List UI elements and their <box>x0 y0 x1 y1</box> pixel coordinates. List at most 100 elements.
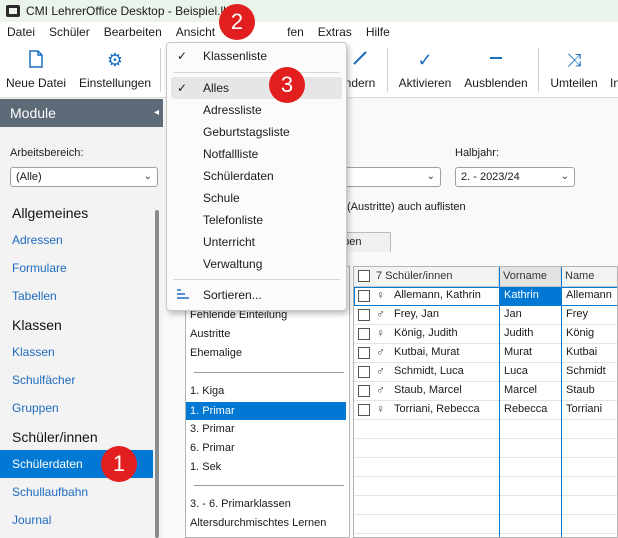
table-row[interactable]: ♂ Schmidt, Luca Luca Schmidt <box>354 363 617 382</box>
nav-section-classes: Klassen <box>12 317 62 333</box>
menu-item-address-list[interactable]: Adressliste <box>167 99 346 121</box>
checkmark-icon: ✓ <box>177 49 188 63</box>
student-grid: 7 Schüler/innen Vorname Name ♀ Allemann,… <box>353 266 618 538</box>
list-item[interactable]: Ehemalige <box>190 347 242 359</box>
list-item[interactable]: 1. Sek <box>190 461 221 473</box>
list-divider <box>194 485 344 486</box>
checkmark-icon: ✓ <box>177 81 188 95</box>
step-badge-2: 2 <box>219 4 255 40</box>
year-select[interactable]: ) ⌄ <box>333 167 441 187</box>
window-title: CMI LehrerOffice Desktop - Beispiel.lh <box>26 4 230 18</box>
menu-ansicht[interactable]: Ansicht <box>169 22 222 42</box>
show-left-checkbox-label[interactable]: (Austritte) auch auflisten <box>347 201 466 213</box>
hide-button[interactable]: Ausblenden <box>462 42 530 98</box>
nav-item-classes[interactable]: Klassen <box>12 345 55 359</box>
menu-item-sort[interactable]: Sortieren... <box>167 284 346 306</box>
column-focus-line <box>561 267 562 537</box>
gear-icon: ⚙ <box>106 50 124 70</box>
table-row <box>354 477 617 496</box>
male-icon: ♂ <box>376 364 385 378</box>
grid-header-firstname[interactable]: Vorname <box>499 267 561 287</box>
chevron-down-icon: ⌄ <box>143 171 152 182</box>
row-checkbox[interactable] <box>358 366 370 378</box>
row-checkbox[interactable] <box>358 309 370 321</box>
semester-label: Halbjahr: <box>455 147 500 159</box>
nav-item-addresses[interactable]: Adressen <box>12 233 63 247</box>
list-item[interactable]: 1. Kiga <box>190 385 224 397</box>
list-divider <box>194 372 344 373</box>
sidebar-scrollbar[interactable] <box>155 210 159 538</box>
list-item[interactable]: 3. - 6. Primarklassen <box>190 498 291 510</box>
nav-item-subjects[interactable]: Schulfächer <box>12 373 75 387</box>
table-row[interactable]: ♀ König, Judith Judith König <box>354 325 617 344</box>
toolbar-separator <box>538 48 539 92</box>
column-focus-line <box>499 267 500 537</box>
table-row[interactable]: ♀ Allemann, Kathrin Kathrin Allemann <box>354 287 617 306</box>
menu-item-phone-list[interactable]: Telefonliste <box>167 209 346 231</box>
menu-datei[interactable]: Datei <box>0 22 42 42</box>
male-icon: ♂ <box>376 383 385 397</box>
toolbar-separator <box>387 48 388 92</box>
table-row <box>354 458 617 477</box>
menu-bar: Datei Schüler Bearbeiten Ansicht fen Ext… <box>0 22 618 42</box>
row-checkbox[interactable] <box>358 347 370 359</box>
nav-section-general: Allgemeines <box>12 205 89 221</box>
table-row[interactable]: ♂ Staub, Marcel Marcel Staub <box>354 382 617 401</box>
nav-item-school-career[interactable]: Schullaufbahn <box>12 485 88 499</box>
menu-item-school[interactable]: Schule <box>167 187 346 209</box>
row-checkbox[interactable] <box>358 385 370 397</box>
list-item[interactable]: 3. Primar <box>190 423 235 435</box>
toolbar-separator <box>160 48 161 92</box>
menu-schueler[interactable]: Schüler <box>42 22 97 42</box>
menu-bearbeiten[interactable]: Bearbeiten <box>97 22 169 42</box>
row-checkbox[interactable] <box>358 404 370 416</box>
step-badge-1: 1 <box>101 446 137 482</box>
nav-item-forms[interactable]: Formulare <box>12 261 67 275</box>
row-checkbox[interactable] <box>358 328 370 340</box>
menu-item-class-list[interactable]: ✓ Klassenliste <box>167 45 346 67</box>
new-file-icon <box>29 50 43 72</box>
grid-header-lastname[interactable]: Name <box>561 267 617 287</box>
nav-item-tables[interactable]: Tabellen <box>12 289 57 303</box>
activate-button[interactable]: ✓ Aktivieren <box>394 42 456 98</box>
table-row[interactable]: ♂ Kutbai, Murat Murat Kutbai <box>354 344 617 363</box>
menu-extras[interactable]: Extras <box>311 22 359 42</box>
male-icon: ♂ <box>376 307 385 321</box>
row-checkbox[interactable] <box>358 290 370 302</box>
more-button[interactable]: In <box>608 42 618 98</box>
list-item[interactable]: Altersdurchmischtes Lernen <box>190 517 326 529</box>
shuffle-icon: ⤨ <box>566 50 582 70</box>
new-file-button[interactable]: Neue Datei <box>4 42 68 98</box>
table-row <box>354 496 617 515</box>
menu-listen[interactable]: fen <box>280 22 311 42</box>
table-row <box>354 420 617 439</box>
menu-item-birthday-list[interactable]: Geburtstagsliste <box>167 121 346 143</box>
menu-item-emergency-list[interactable]: Notfallliste <box>167 143 346 165</box>
male-icon: ♂ <box>376 345 385 359</box>
ansicht-dropdown-menu: ✓ Klassenliste ✓ Alles Adressliste Gebur… <box>166 42 347 311</box>
grid-header-students[interactable]: 7 Schüler/innen <box>354 267 499 287</box>
list-item-selected[interactable]: 1. Primar <box>186 402 346 420</box>
list-item[interactable]: 6. Primar <box>190 442 235 454</box>
menu-item-all[interactable]: ✓ Alles <box>171 77 342 99</box>
table-row[interactable]: ♂ Frey, Jan Jan Frey <box>354 306 617 325</box>
female-icon: ♀ <box>376 326 385 340</box>
table-row[interactable]: ♀ Torriani, Rebecca Rebecca Torriani <box>354 401 617 420</box>
nav-item-groups[interactable]: Gruppen <box>12 401 59 415</box>
semester-select[interactable]: 2. - 2023/24 ⌄ <box>455 167 575 187</box>
menu-item-lessons[interactable]: Unterricht <box>167 231 346 253</box>
pencil-icon <box>352 50 368 70</box>
list-item[interactable]: Austritte <box>190 328 230 340</box>
menu-item-admin[interactable]: Verwaltung <box>167 253 346 275</box>
modules-panel: Module ◂ Arbeitsbereich: (Alle) ⌄ Allgem… <box>0 99 163 538</box>
modules-header: Module ◂ <box>0 99 163 127</box>
workspace-select[interactable]: (Alle) ⌄ <box>10 167 158 187</box>
redirect-button[interactable]: ⤨ Umteilen <box>546 42 602 98</box>
select-all-checkbox[interactable] <box>358 270 370 283</box>
settings-button[interactable]: ⚙ Einstellungen <box>76 42 154 98</box>
menu-hilfe[interactable]: Hilfe <box>359 22 397 42</box>
workspace-label: Arbeitsbereich: <box>10 147 84 159</box>
collapse-icon[interactable]: ◂ <box>154 99 159 127</box>
menu-item-student-data[interactable]: Schülerdaten <box>167 165 346 187</box>
nav-item-journal[interactable]: Journal <box>12 513 51 527</box>
